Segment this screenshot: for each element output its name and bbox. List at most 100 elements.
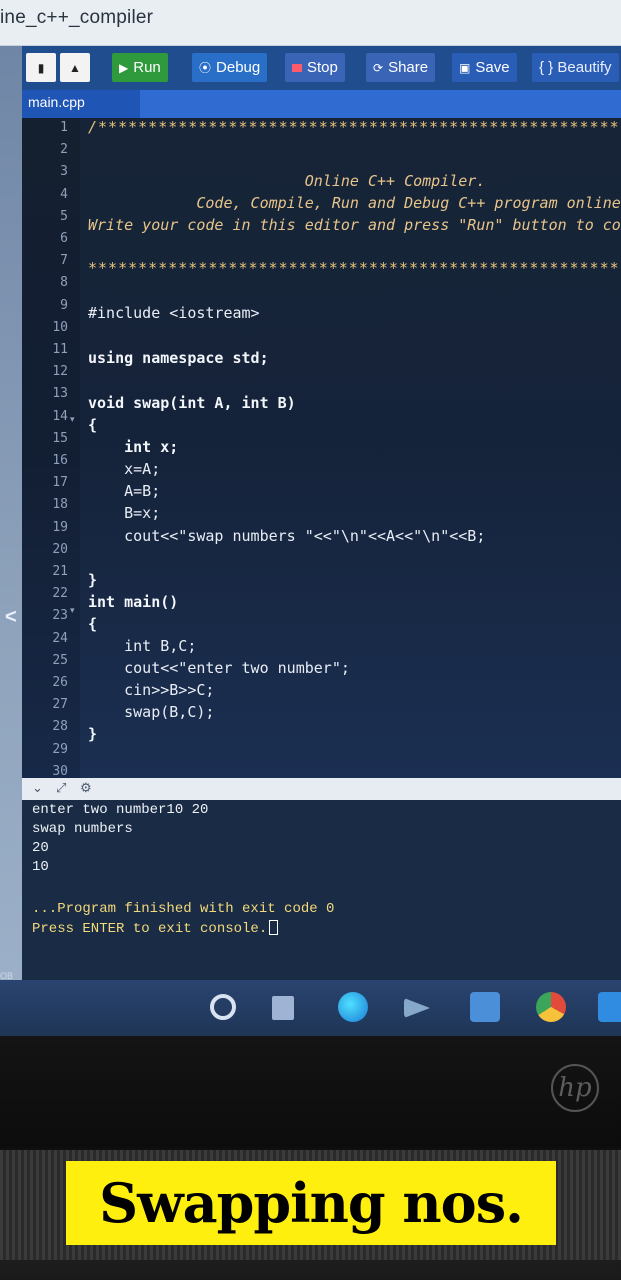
line-number: 16 — [52, 453, 68, 468]
debug-button[interactable]: ⦿ Debug — [192, 53, 268, 82]
line-number: 1 — [60, 120, 68, 135]
line-number: 22 — [52, 586, 68, 602]
vscode-icon[interactable] — [598, 992, 621, 1022]
upload-icon: ▲ — [69, 60, 81, 75]
line-number: 20 — [52, 541, 68, 557]
console-line: swap numbers — [32, 821, 133, 837]
window-titlebar: ine_c++_compiler — [0, 0, 621, 46]
code-line-26: cin>>B>>C; — [88, 681, 215, 699]
code-line-18: B=x; — [88, 504, 161, 522]
hp-logo: hp — [551, 1064, 599, 1112]
console-prompt-line: Press ENTER to exit console. — [32, 920, 279, 937]
line-number: 5 — [60, 208, 68, 224]
code-line-4: Code, Compile, Run and Debug C++ program… — [88, 194, 621, 212]
line-number-gutter: 1 2 3 4 5 6 7 8 9 10 11 12 13 14 15 16 17 18 19 20 21 22 23 24 2… — [22, 118, 80, 778]
chrome-icon[interactable] — [536, 992, 566, 1022]
new-file-button[interactable]: ▮ — [26, 53, 56, 82]
expand-icon[interactable]: ⤢ — [56, 780, 66, 796]
tab-main-cpp[interactable]: main.cpp — [22, 90, 140, 118]
line-number: 10 — [52, 319, 68, 335]
console-line: 20 — [32, 840, 49, 856]
beautify-button[interactable]: { } Beautify — [532, 53, 619, 82]
upload-button[interactable]: ▲ — [60, 53, 90, 82]
line-number: 3 — [60, 164, 68, 180]
line-number: 24 — [52, 630, 68, 646]
line-number: 19 — [52, 519, 68, 535]
save-label: Save — [475, 59, 510, 76]
stop-icon — [292, 63, 302, 72]
stop-label: Stop — [307, 59, 338, 76]
line-number: 17 — [52, 475, 68, 491]
line-number: 28 — [52, 719, 68, 735]
line-number: 2 — [60, 142, 68, 158]
app-arrow-icon[interactable] — [404, 998, 430, 1018]
code-line-11: using namespace std; — [88, 349, 269, 367]
fold-arrow-icon[interactable]: ▾ — [70, 414, 75, 425]
debug-icon: ⦿ — [199, 61, 212, 75]
window-title: ine_c++_compiler — [0, 7, 154, 28]
line-number: 25 — [52, 652, 68, 668]
code-line-23: { — [88, 615, 98, 633]
line-number: 15 — [52, 430, 68, 446]
line-number: 27 — [52, 697, 68, 713]
code-line-24: int B,C; — [88, 637, 197, 655]
caption-text: Swapping nos. — [99, 1171, 524, 1235]
save-icon: ▣ — [459, 60, 471, 75]
console-prompt-text: Press ENTER to exit console. — [32, 921, 268, 937]
code-line-7: ****************************************… — [88, 259, 621, 277]
line-number: 30 — [52, 763, 68, 778]
line-number: 26 — [52, 675, 68, 690]
code-line-3: Online C++ Compiler. — [88, 172, 486, 190]
code-line-25: cout<<"enter two number"; — [88, 659, 350, 677]
store-icon[interactable] — [470, 992, 500, 1022]
run-label: Run — [133, 59, 161, 76]
console-line: 10 — [32, 859, 49, 875]
code-line-21: } — [88, 571, 98, 589]
toolbar: ▮ ▲ ▶ Run ⦿ Debug Stop ⟳ Share ▣ Save { … — [22, 46, 621, 90]
left-panel-edge: < OB — [0, 46, 22, 1031]
line-number: 6 — [60, 231, 68, 246]
chevron-down-icon[interactable]: ⌄ — [32, 780, 43, 796]
console-finished-line: ...Program finished with exit code 0 — [32, 901, 335, 917]
code-line-22: int main() — [88, 593, 179, 611]
share-button[interactable]: ⟳ Share — [366, 53, 436, 82]
code-line-1: /***************************************… — [88, 118, 621, 136]
line-number: 11 — [52, 342, 68, 357]
os-taskbar — [0, 980, 621, 1036]
code-line-5: Write your code in this editor and press… — [88, 216, 621, 234]
fold-arrow-icon[interactable]: ▾ — [70, 605, 75, 616]
code-line-17: A=B; — [88, 482, 161, 500]
code-line-9: #include <iostream> — [88, 304, 260, 322]
text-cursor — [269, 920, 279, 935]
run-button[interactable]: ▶ Run — [112, 53, 168, 82]
search-icon[interactable] — [210, 994, 236, 1020]
save-button[interactable]: ▣ Save — [452, 53, 517, 82]
share-icon: ⟳ — [373, 60, 384, 75]
line-number: 4 — [60, 186, 68, 202]
stop-button[interactable]: Stop — [285, 53, 345, 82]
line-number: 12 — [52, 364, 68, 380]
code-line-19: cout<<"swap numbers "<<"\n"<<A<<"\n"<<B; — [88, 527, 486, 545]
output-console[interactable]: enter two number10 20 swap numbers 20 10… — [22, 800, 621, 980]
line-number: 18 — [52, 497, 68, 513]
play-icon: ▶ — [119, 60, 129, 75]
task-view-icon[interactable] — [272, 996, 294, 1020]
file-icon: ▮ — [37, 60, 45, 75]
console-line: enter two number10 20 — [32, 802, 209, 818]
caption-banner: Swapping nos. — [66, 1161, 556, 1245]
settings-icon[interactable]: ⚙ — [80, 780, 92, 796]
code-line-13: void swap(int A, int B) — [88, 394, 296, 412]
code-editor[interactable]: 1 2 3 4 5 6 7 8 9 10 11 12 13 14 15 16 17 18 19 20 21 22 23 24 2… — [22, 118, 621, 778]
code-line-14: { — [88, 416, 98, 434]
line-number: 8 — [60, 275, 68, 291]
chevron-left-icon[interactable]: < — [5, 606, 17, 629]
code-line-15: int x; — [88, 438, 179, 456]
line-number: 29 — [52, 741, 68, 757]
code-line-27: swap(B,C); — [88, 703, 215, 721]
edge-browser-icon[interactable] — [338, 992, 368, 1022]
line-number: 14 — [52, 408, 68, 424]
output-panel-header: ⌄ ⤢ ⚙ — [22, 778, 621, 800]
code-line-28: } — [88, 725, 98, 743]
debug-label: Debug — [216, 59, 261, 76]
line-number: 13 — [52, 386, 68, 402]
